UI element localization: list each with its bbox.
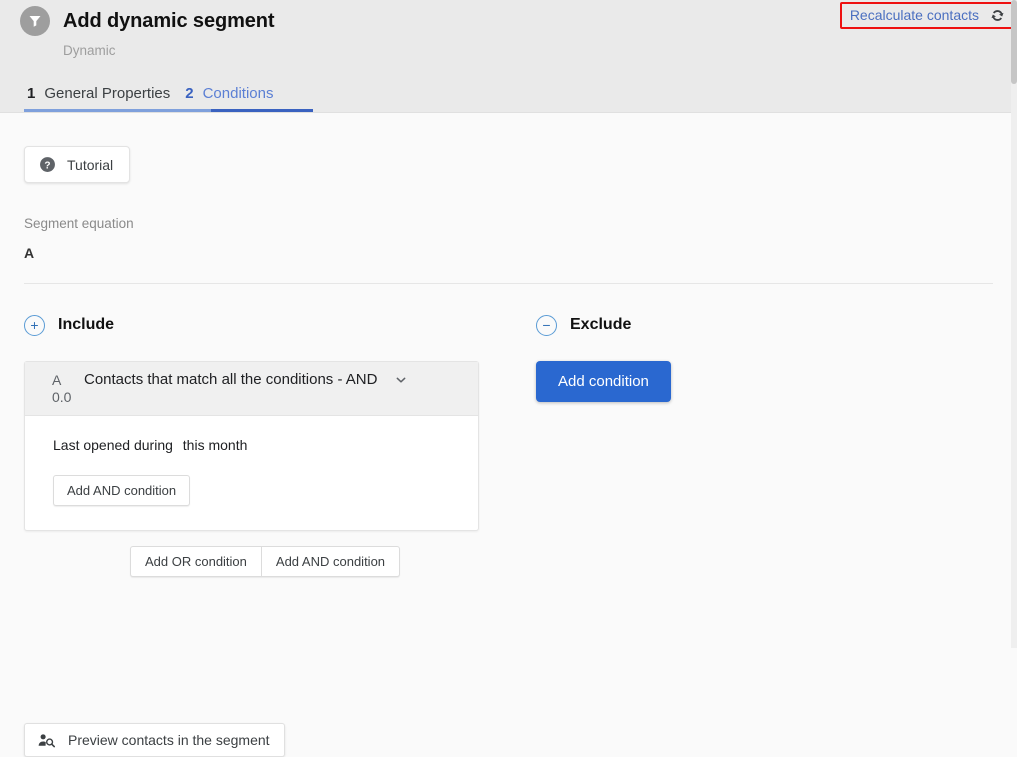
exclude-header: − Exclude (536, 313, 993, 337)
tab-general-properties-label: General Properties (44, 85, 171, 102)
segment-type-subtitle: Dynamic (63, 43, 116, 58)
tab-conditions-label: Conditions (202, 85, 274, 102)
step-tabs: 1 General Properties 2 Conditions (24, 85, 313, 112)
tab-general-properties-underline (24, 109, 211, 112)
condition-field[interactable]: Last opened (53, 437, 130, 453)
tab-conditions-underline (211, 109, 313, 112)
condition-card-body: Last opened during this month Add AND co… (25, 416, 478, 530)
minus-circle-icon: − (536, 314, 557, 336)
exclude-add-condition-button[interactable]: Add condition (536, 361, 671, 402)
conditions-panel: ? Tutorial Segment equation A + Include … (0, 113, 1017, 757)
exclude-title: Exclude (570, 316, 632, 333)
help-circle-icon: ? (39, 156, 56, 173)
page-scrollbar-thumb[interactable] (1011, 0, 1017, 84)
tab-general-properties-number: 1 (27, 85, 36, 102)
include-title: Include (58, 316, 115, 333)
tab-conditions[interactable]: 2 Conditions (182, 85, 285, 112)
add-and-condition-inner-button[interactable]: Add AND condition (53, 475, 191, 506)
refresh-sync-icon (990, 8, 1005, 23)
include-exclude-columns: + Include A Contacts that match all the … (24, 313, 993, 577)
condition-expression[interactable]: Last opened during this month (53, 437, 478, 453)
recalculate-contacts-label: Recalculate contacts (849, 7, 979, 23)
condition-value[interactable]: this month (183, 437, 248, 453)
plus-circle-icon: + (24, 314, 45, 336)
condition-card-header[interactable]: A Contacts that match all the conditions… (25, 362, 478, 416)
page-title: Add dynamic segment (63, 9, 275, 32)
include-header: + Include (24, 313, 536, 337)
condition-group-count: 0.0 (52, 389, 72, 405)
recalculate-contacts-button[interactable]: Recalculate contacts (839, 2, 1015, 29)
svg-text:?: ? (44, 160, 50, 171)
segment-equation-label: Segment equation (24, 216, 134, 231)
add-and-condition-button[interactable]: Add AND condition (262, 547, 399, 576)
tutorial-button[interactable]: ? Tutorial (24, 146, 131, 183)
include-condition-card: A Contacts that match all the conditions… (24, 361, 479, 531)
tab-general-properties[interactable]: 1 General Properties (24, 85, 182, 112)
include-column: + Include A Contacts that match all the … (24, 313, 536, 577)
section-divider (24, 283, 993, 284)
page-header: Add dynamic segment Dynamic Recalculate … (0, 0, 1017, 113)
segment-equation-value: A (24, 245, 35, 261)
tutorial-button-label: Tutorial (67, 156, 114, 173)
condition-match-mode-label: Contacts that match all the conditions -… (84, 371, 378, 388)
preview-contacts-button[interactable]: Preview contacts in the segment (24, 723, 285, 757)
tab-conditions-number: 2 (185, 85, 194, 102)
condition-card-header-row: A Contacts that match all the conditions… (52, 371, 464, 388)
condition-group-letter: A (52, 371, 62, 388)
add-or-condition-button[interactable]: Add OR condition (131, 547, 262, 576)
person-search-icon (38, 733, 55, 748)
page-scrollbar-track[interactable] (1011, 0, 1017, 648)
funnel-icon (20, 6, 50, 36)
condition-operator[interactable]: during (134, 437, 173, 453)
chevron-down-icon[interactable] (394, 373, 408, 387)
condition-group-buttons: Add OR condition Add AND condition (130, 546, 401, 577)
preview-contacts-label: Preview contacts in the segment (68, 732, 270, 748)
exclude-column: − Exclude Add condition (536, 313, 993, 577)
